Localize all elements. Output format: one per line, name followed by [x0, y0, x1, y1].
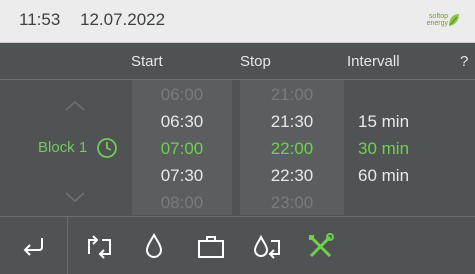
suitcase-icon: [198, 236, 224, 258]
leaf-icon: [449, 14, 459, 26]
logo-line-1: softop: [428, 13, 448, 20]
block-down-button[interactable]: [60, 188, 90, 208]
service-button[interactable]: [303, 217, 343, 274]
interval-wheel[interactable]: 15 min 30 min 60 min: [348, 80, 433, 215]
interval-option[interactable]: 60 min: [358, 166, 409, 186]
block-selector: Block 1: [0, 80, 120, 215]
stop-time-option[interactable]: 22:00: [240, 139, 344, 159]
vacation-button[interactable]: [193, 217, 233, 274]
back-button[interactable]: [0, 217, 67, 274]
stop-time-option[interactable]: 23:00: [240, 193, 344, 213]
swap-button[interactable]: [80, 217, 120, 274]
start-time-option[interactable]: 07:00: [132, 139, 232, 159]
help-button[interactable]: ?: [460, 53, 468, 70]
start-time-option[interactable]: 07:30: [132, 166, 232, 186]
toolbar-divider: [67, 217, 68, 274]
clock-icon[interactable]: [96, 137, 118, 159]
drop-icon: [145, 232, 163, 258]
start-time-wheel[interactable]: 06:00 06:30 07:00 07:30 08:00: [132, 80, 232, 215]
stop-time-option[interactable]: 21:30: [240, 112, 344, 132]
chevron-down-icon: [65, 192, 85, 203]
back-icon: [23, 238, 43, 256]
clock: 11:53: [19, 10, 61, 29]
start-column-header: Start: [131, 53, 163, 70]
interval-column-header: Intervall: [347, 53, 400, 70]
logo-line-2: energy: [426, 20, 448, 27]
swap-icon: [88, 235, 111, 259]
status-bar: 11:53 12.07.2022 softop energy: [0, 0, 475, 43]
interval-option[interactable]: 30 min: [358, 139, 409, 159]
date: 12.07.2022: [80, 10, 166, 29]
stop-time-option[interactable]: 22:30: [240, 166, 344, 186]
water-swap-button[interactable]: [250, 217, 290, 274]
start-time-option[interactable]: 06:30: [132, 112, 232, 132]
chevron-up-icon: [65, 100, 85, 111]
block-up-button[interactable]: [60, 95, 90, 115]
start-time-option[interactable]: 06:00: [132, 85, 232, 105]
bottom-toolbar: [0, 216, 475, 274]
water-button[interactable]: [140, 217, 170, 274]
stop-time-option[interactable]: 21:00: [240, 85, 344, 105]
interval-option[interactable]: 15 min: [358, 112, 409, 132]
drop-swap-icon: [253, 234, 280, 259]
column-header-row: Start Stop Intervall ?: [0, 43, 475, 80]
stop-column-header: Stop: [240, 53, 271, 70]
schedule-picker: Block 1 06:00 06:30 07:00 07:30 08:00 21:00 2…: [0, 80, 475, 215]
stop-time-wheel[interactable]: 21:00 21:30 22:00 22:30 23:00: [240, 80, 344, 215]
block-label[interactable]: Block 1: [38, 139, 87, 156]
tools-icon: [309, 233, 334, 258]
brand-logo: softop energy: [418, 13, 462, 31]
start-time-option[interactable]: 08:00: [132, 193, 232, 213]
